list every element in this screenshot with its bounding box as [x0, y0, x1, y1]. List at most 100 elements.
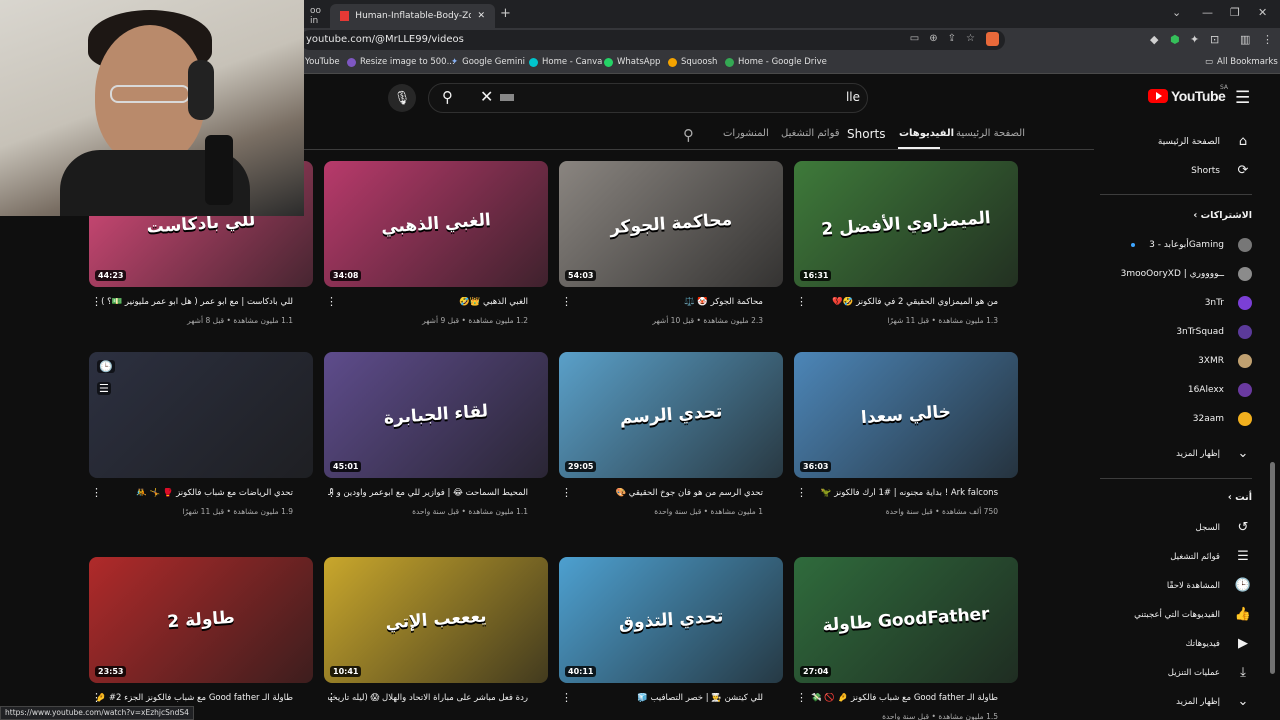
close-tab-icon[interactable]: ✕: [477, 11, 485, 21]
cast-icon[interactable]: ▭: [910, 33, 919, 44]
video-thumbnail[interactable]: لقاء الجبابرة 45:01: [324, 352, 548, 478]
subscriptions-show-more[interactable]: إظهار المزيد ⌄: [1092, 446, 1252, 461]
video-menu-icon[interactable]: ⋮: [561, 295, 572, 308]
you-heading[interactable]: ‹ أنت: [1228, 492, 1252, 503]
zoom-icon[interactable]: ⊕: [929, 33, 937, 44]
you-item[interactable]: المشاهدة لاحقًا 🕒: [1092, 578, 1252, 593]
video-thumbnail[interactable]: 🕒 ☰: [89, 352, 313, 478]
video-title[interactable]: المحيط السماحت 😂 | فوازير للي مع ابوعمر …: [328, 488, 528, 498]
video-title[interactable]: تحدي الرياضات مع شباب فالكونز 🥊 🤸 🤼: [93, 488, 293, 498]
video-menu-icon[interactable]: ⋮: [326, 691, 337, 704]
bookmark-resize[interactable]: Resize image to 500...: [347, 57, 455, 67]
video-thumbnail[interactable]: يعععب الإتي 10:41: [324, 557, 548, 683]
video-thumbnail[interactable]: طاولة GoodFather 27:04: [794, 557, 1018, 683]
subscriptions-heading[interactable]: ‹ الاشتراكات: [1193, 210, 1252, 221]
sidebar-scrollbar[interactable]: [1270, 462, 1275, 674]
tab-home[interactable]: الصفحة الرئيسية: [956, 128, 1025, 139]
video-title[interactable]: محاكمة الجوكر 🤡 ⚖️: [563, 297, 763, 307]
video-title[interactable]: للي كيتشن 👨‍🍳 | خصر التصافيب 🧊: [563, 693, 763, 703]
video-menu-icon[interactable]: ⋮: [561, 486, 572, 499]
sidebar-toggle-icon[interactable]: ▥: [1240, 33, 1250, 46]
bookmark-canva[interactable]: Home - Canva: [529, 57, 602, 67]
video-thumbnail[interactable]: تحدي التذوق 40:11: [559, 557, 783, 683]
search-input[interactable]: [428, 83, 868, 113]
restore-icon[interactable]: ❐: [1230, 6, 1240, 19]
puzzle-icon[interactable]: ✦: [1190, 33, 1199, 46]
search-icon[interactable]: ⚲: [442, 88, 453, 106]
minimize-icon[interactable]: —: [1202, 6, 1213, 19]
video-thumbnail[interactable]: الميمزاوي الأفضل 2 16:31: [794, 161, 1018, 287]
all-bookmarks[interactable]: ▭ All Bookmarks: [1205, 57, 1278, 67]
channel-search-icon[interactable]: ⚲: [683, 126, 694, 144]
bookmark-squoosh[interactable]: Squoosh: [668, 57, 717, 67]
subscription-item[interactable]: 3nTrSquad: [1092, 325, 1252, 339]
section-title: أنت: [1235, 492, 1252, 503]
video-thumbnail[interactable]: خالي سعدا 36:03: [794, 352, 1018, 478]
youtube-logo[interactable]: YouTube SA: [1148, 84, 1228, 104]
sidebar-item-shorts[interactable]: Shorts ⟳: [1092, 163, 1252, 178]
hamburger-menu-icon[interactable]: ☰: [1235, 88, 1250, 108]
video-title[interactable]: طاولة الـ Good father مع شباب فالكونز 🤌 …: [798, 693, 998, 703]
video-thumbnail[interactable]: طاولة 2 23:53: [89, 557, 313, 683]
video-menu-icon[interactable]: ⋮: [796, 295, 807, 308]
you-item[interactable]: السجل ↺: [1092, 520, 1252, 535]
video-menu-icon[interactable]: ⋮: [796, 691, 807, 704]
tab-shorts[interactable]: Shorts: [847, 127, 885, 141]
browser-tab-active[interactable]: Human-Inflatable-Body-Zorb-Bubble ✕: [330, 4, 495, 28]
you-item[interactable]: عمليات التنزيل ⤓: [1092, 665, 1252, 680]
new-tab-icon[interactable]: +: [500, 6, 511, 21]
browser-menu-icon[interactable]: ⋮: [1262, 33, 1273, 46]
bookmark-whatsapp[interactable]: WhatsApp: [604, 57, 660, 67]
downloads-icon[interactable]: ⊡: [1210, 33, 1219, 46]
tab-playlists[interactable]: قوائم التشغيل: [781, 128, 840, 139]
bookmark-star-icon[interactable]: ☆: [966, 33, 975, 44]
video-title[interactable]: الغبي الذهبي 👑🤣: [328, 297, 528, 307]
share-icon[interactable]: ⇪: [948, 33, 956, 44]
video-thumbnail[interactable]: الغبي الذهبي 34:08: [324, 161, 548, 287]
you-item[interactable]: إظهار المزيد ⌄: [1092, 694, 1252, 709]
subscription-item[interactable]: 3XMR: [1092, 354, 1252, 368]
extension-icon[interactable]: ◆: [1150, 33, 1158, 46]
canva-icon: [529, 57, 538, 67]
bookmark-drive[interactable]: Home - Google Drive: [725, 57, 827, 67]
bookmark-label: WhatsApp: [617, 57, 661, 67]
browser-tab[interactable]: oo in: [300, 4, 328, 28]
you-item[interactable]: قوائم التشغيل ☰: [1092, 549, 1252, 564]
subscription-item[interactable]: أبوعابد - 3Gaming: [1092, 238, 1252, 252]
clear-search-icon[interactable]: ✕: [480, 87, 493, 106]
voice-search-icon[interactable]: 🎙: [388, 84, 416, 112]
brave-shield-icon[interactable]: [986, 32, 999, 46]
subscription-item[interactable]: 32aam: [1092, 412, 1252, 426]
video-menu-icon[interactable]: ⋮: [796, 486, 807, 499]
bookmark-gemini[interactable]: ✦ Google Gemini: [451, 57, 525, 67]
subscription-item[interactable]: 3mooOoryXD | ــووووري: [1092, 267, 1252, 281]
watch-later-icon[interactable]: 🕒: [97, 360, 115, 373]
video-title[interactable]: للي بادكاست | مع ابو عمر ( هل ابو عمر مل…: [93, 297, 293, 307]
video-title[interactable]: من هو الميمزاوي الحقيقي 2 في فالكونز 🤣💔: [798, 297, 998, 307]
bookmark-youtube[interactable]: YouTube: [305, 57, 340, 67]
video-title[interactable]: Ark falcons ! بداية مجنونه | #1 أرك فالك…: [798, 488, 998, 498]
vpn-shield-icon[interactable]: ⬢: [1170, 33, 1180, 46]
url-field[interactable]: youtube.com/@MrLLE99/videos ▭ ⊕ ⇪ ☆: [300, 30, 1005, 50]
video-title[interactable]: تحدي الرسم من هو فان جوخ الحقيقي 🎨: [563, 488, 764, 498]
video-title[interactable]: ردة فعل مباشر على مباراة الاتحاد والهلال…: [328, 693, 528, 703]
video-thumbnail[interactable]: محاكمة الجوكر 54:03: [559, 161, 783, 287]
window-close-icon[interactable]: ✕: [1258, 6, 1267, 19]
video-title[interactable]: طاولة الـ Good father مع شباب فالكونز ال…: [93, 693, 293, 703]
tab-videos[interactable]: الفيديوهات: [899, 128, 954, 139]
tab-search-icon[interactable]: ⌄: [1172, 6, 1181, 19]
video-menu-icon[interactable]: ⋮: [91, 691, 102, 704]
tab-posts[interactable]: المنشورات: [723, 128, 769, 139]
video-menu-icon[interactable]: ⋮: [326, 486, 337, 499]
sidebar-item-home[interactable]: الصفحة الرئيسية ⌂: [1092, 134, 1252, 149]
you-item[interactable]: الفيديوهات التي أعجبتني 👍: [1092, 607, 1252, 622]
video-menu-icon[interactable]: ⋮: [326, 295, 337, 308]
add-to-queue-icon[interactable]: ☰: [97, 382, 111, 395]
video-menu-icon[interactable]: ⋮: [91, 486, 102, 499]
subscription-item[interactable]: 16Alexx: [1092, 383, 1252, 397]
video-menu-icon[interactable]: ⋮: [91, 295, 102, 308]
subscription-item[interactable]: 3nTr: [1092, 296, 1252, 310]
video-thumbnail[interactable]: تحدي الرسم 29:05: [559, 352, 783, 478]
you-item[interactable]: فيديوهاتك ▶: [1092, 636, 1252, 651]
video-menu-icon[interactable]: ⋮: [561, 691, 572, 704]
